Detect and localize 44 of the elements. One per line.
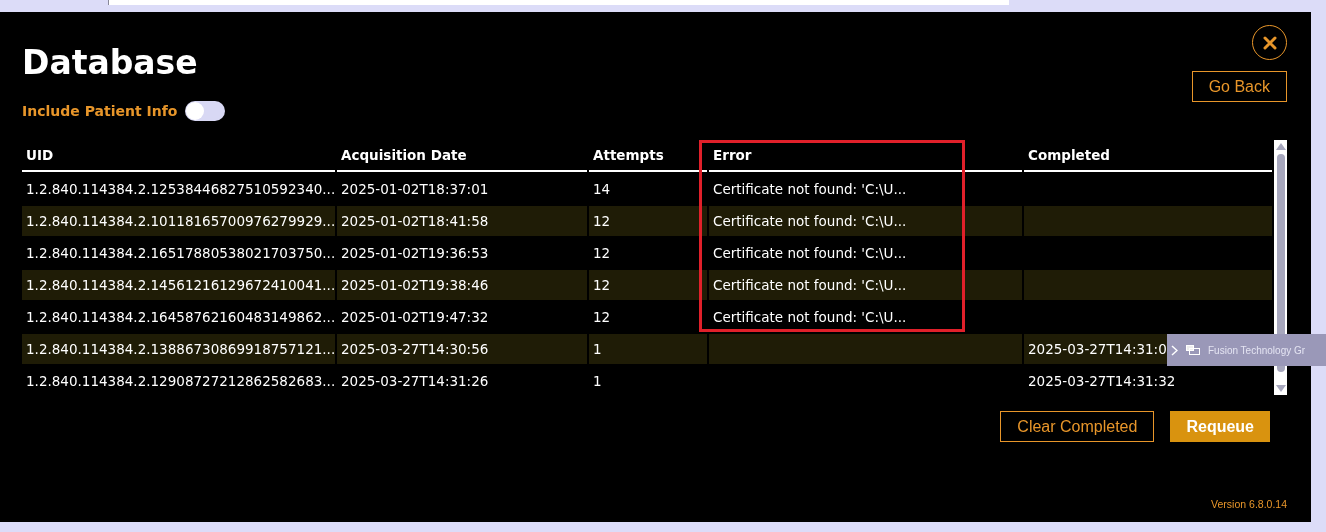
column-header[interactable]: Error [709,140,1022,172]
table-cell-text: 1.2.840.114384.2.16517880538021703750... [25,244,335,263]
table-cell-text: 1 [592,372,603,391]
table-cell-text: 1.2.840.114384.2.12538446827510592340... [25,180,335,199]
page-title: Database [22,43,198,83]
chevron-icon [1171,344,1178,356]
table-cell-text: 1.2.840.114384.2.12908727212862582683... [25,372,335,391]
table-cell: 1 [589,334,707,364]
scroll-up-icon[interactable] [1276,143,1286,150]
table-cell-text: Certificate not found: 'C:\U... [712,244,908,263]
table-cell-text: 2025-01-02T18:37:01 [340,180,490,199]
go-back-button[interactable]: Go Back [1191,71,1287,102]
table-cell-text: 14 [592,180,612,199]
table-cell-text: 1.2.840.114384.2.16458762160483149862... [25,308,335,327]
column-header[interactable]: UID [22,140,335,172]
table-cell-text: 2025-03-27T14:31:32 [1027,372,1177,391]
clear-completed-button[interactable]: Clear Completed [1000,411,1155,442]
version-label: Version 6.8.0.14 [1211,498,1287,510]
table-cell: Certificate not found: 'C:\U... [709,206,1022,236]
table-cell-text: 12 [592,308,612,327]
table-cell: 12 [589,270,707,300]
table-cell-text: 2025-01-02T19:47:32 [340,308,490,327]
column-header[interactable]: Attempts [589,140,707,172]
table-cell: 1.2.840.114384.2.10118165700976279929... [22,206,335,236]
close-icon [1262,35,1277,50]
column-header[interactable]: Completed [1024,140,1272,172]
table-cell-text: 2025-03-27T14:31:26 [340,372,490,391]
scroll-down-icon[interactable] [1276,385,1286,392]
table-cell: 2025-01-02T19:38:46 [337,270,587,300]
table-cell: 2025-01-02T18:41:58 [337,206,587,236]
table-cell: 1.2.840.114384.2.14561216129672410041... [22,270,335,300]
window-icon [1186,344,1200,356]
table-cell-text: 12 [592,244,612,263]
table-cell: 2025-03-27T14:30:56 [337,334,587,364]
table-cell-text: Certificate not found: 'C:\U... [712,180,908,199]
table-cell: 1.2.840.114384.2.13886730869918757121... [22,334,335,364]
toggle-label: Include Patient Info [22,103,178,119]
table-cell: 12 [589,206,707,236]
column-header[interactable]: Acquisition Date [337,140,587,172]
table-cell: Certificate not found: 'C:\U... [709,270,1022,300]
table-cell-text: 2025-01-02T19:36:53 [340,244,490,263]
patient-info-toggle[interactable] [185,101,226,121]
table-cell-text: Certificate not found: 'C:\U... [712,308,908,327]
close-button[interactable] [1252,25,1287,60]
